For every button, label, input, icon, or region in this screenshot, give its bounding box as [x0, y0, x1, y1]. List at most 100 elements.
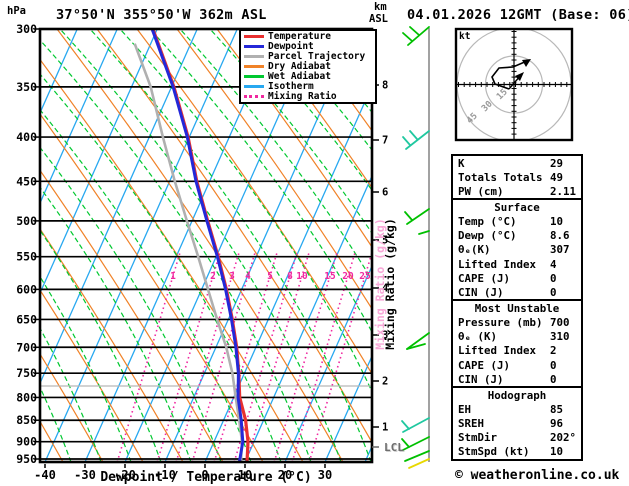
mixing-ratio-value: 5	[267, 271, 273, 282]
table-row-value: 29	[550, 157, 563, 170]
table-row-value: 0	[550, 373, 557, 386]
table-row-label: StmDir	[458, 431, 550, 444]
table-row-value: 4	[550, 258, 557, 271]
pressure-tick-label: 800	[16, 390, 37, 404]
wind-barb	[402, 418, 429, 432]
table-row-value: 8.6	[550, 229, 570, 242]
legend-label: Temperature	[268, 32, 331, 41]
wind-barb-seg	[410, 27, 419, 35]
table-row: θₑ(K)307	[453, 243, 581, 257]
pressure-grid	[40, 87, 372, 459]
mixing-ratio-axis-label: Mixing Ratio (g/kg)	[383, 198, 397, 370]
table-row-label: CIN (J)	[458, 373, 550, 386]
pressure-tick-label: 750	[16, 366, 37, 380]
legend-label: Mixing Ratio	[268, 92, 337, 101]
table-row-value: 85	[550, 403, 563, 416]
table-row-value: 307	[550, 243, 570, 256]
table-row-value: 0	[550, 286, 557, 299]
table-row: CIN (J)0	[453, 285, 581, 299]
wind-barb	[407, 333, 429, 349]
table-row-value: 202°	[550, 431, 576, 444]
wind-barb-seg	[419, 231, 429, 234]
table-row-label: CAPE (J)	[458, 359, 550, 372]
wind-barb-seg	[403, 137, 410, 145]
legend-swatch-parcel-trajectory	[244, 55, 264, 58]
legend-item: Wet Adiabat	[244, 72, 373, 82]
table-row-label: θₑ(K)	[458, 243, 550, 256]
km-tick-label: 6	[382, 187, 388, 199]
table-row-label: K	[458, 157, 550, 170]
pressure-tick-label: 700	[16, 340, 37, 354]
table-row: CAPE (J)0	[453, 271, 581, 285]
hodograph-unit-label: kt	[459, 31, 470, 42]
footer-credit: © weatheronline.co.uk	[455, 468, 619, 483]
wind-barb-seg	[403, 418, 429, 432]
sounding-page: hPa 37°50'N 355°50'W 362m ASL km ASL 04.…	[0, 0, 629, 486]
mixing-ratio-value: 4	[245, 271, 251, 282]
legend-swatch-dry-adiabat	[244, 65, 264, 68]
legend-label: Dewpoint	[268, 42, 314, 51]
wind-barb-seg	[405, 451, 429, 461]
legend-swatch-wet-adiabat	[244, 75, 264, 78]
wind-barb	[402, 437, 429, 450]
table-row-label: Temp (°C)	[458, 215, 550, 228]
wind-barb	[409, 459, 429, 468]
mixing-ratio-value-labels: 12345810152025	[170, 271, 371, 282]
mixing-ratio-value: 2	[210, 271, 216, 282]
table-row-value: 0	[550, 272, 557, 285]
pressure-tick-label: 950	[16, 452, 37, 466]
legend-label: Wet Adiabat	[268, 72, 331, 81]
table-row-label: SREH	[458, 417, 550, 430]
mixing-ratio-value: 1	[170, 271, 176, 282]
wind-barb-seg	[405, 212, 412, 220]
table-row: Lifted Index2	[453, 344, 581, 358]
pressure-tick-labels: 3003504004505005506006507007508008509009…	[16, 22, 40, 466]
wind-barb	[403, 27, 429, 45]
wind-barb	[405, 451, 429, 461]
pressure-tick-label: 400	[16, 130, 37, 144]
pressure-tick-label: 650	[16, 312, 37, 326]
table-row-label: Dewp (°C)	[458, 229, 550, 242]
table-row: Temp (°C)10	[453, 215, 581, 229]
mixing-ratio-value: 8	[287, 271, 293, 282]
wind-barb-seg	[408, 27, 429, 45]
x-axis-label: Dewpoint / Temperature (°C)	[40, 470, 372, 485]
table-row-label: EH	[458, 403, 550, 416]
km-tick-label: 8	[382, 80, 388, 92]
wind-barb-seg	[407, 209, 429, 224]
legend: TemperatureDewpointParcel TrajectoryDry …	[239, 29, 377, 104]
table-row: K29	[453, 156, 581, 170]
table-row-label: θₑ (K)	[458, 330, 550, 343]
table-row: Dewp (°C)8.6	[453, 229, 581, 243]
legend-swatch-mixing-ratio	[244, 95, 264, 98]
table-row: PW (cm)2.11	[453, 184, 581, 198]
table-row-label: CIN (J)	[458, 286, 550, 299]
mixing-ratio-line	[246, 252, 309, 462]
table-row-value: 96	[550, 417, 563, 430]
table-row: Pressure (mb)700	[453, 316, 581, 330]
km-tick-label: 1	[382, 422, 388, 434]
legend-label: Dry Adiabat	[268, 62, 331, 71]
table-row: EH85	[453, 402, 581, 416]
table-row-label: Pressure (mb)	[458, 316, 550, 329]
legend-label: Parcel Trajectory	[268, 52, 365, 61]
table-row-value: 10	[550, 445, 563, 458]
table-row-label: StmSpd (kt)	[458, 445, 550, 458]
pressure-tick-label: 900	[16, 435, 37, 449]
pressure-tick-label: 350	[16, 80, 37, 94]
table-section-title: Most Unstable	[453, 301, 581, 315]
legend-label: Isotherm	[268, 82, 314, 91]
wind-barb-seg	[410, 131, 417, 139]
pressure-tick-label: 850	[16, 413, 37, 427]
pressure-tick-label: 550	[16, 250, 37, 264]
table-row: SREH96	[453, 417, 581, 431]
table-row-label: Totals Totals	[458, 171, 550, 184]
mixing-ratio-value: 25	[359, 271, 371, 282]
km-tick-label: 2	[382, 376, 388, 388]
table-row: StmDir202°	[453, 431, 581, 445]
table-row-value: 10	[550, 215, 563, 228]
wind-barb	[403, 131, 429, 149]
table-row-value: 700	[550, 316, 570, 329]
mixing-ratio-value: 10	[296, 271, 308, 282]
mixing-ratio-value: 3	[229, 271, 235, 282]
